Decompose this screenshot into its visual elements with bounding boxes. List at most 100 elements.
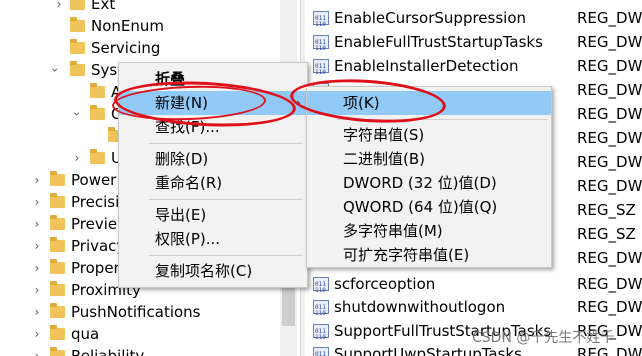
menu-item-label: DWORD (32 位)值(D) [343,174,497,192]
value-type: REG_SZ [577,225,636,243]
value-name: EnableInstallerDetection [334,57,519,75]
menu-item-permissions[interactable]: 权限(P)... [119,227,307,251]
chevron-down-icon[interactable]: › [66,107,88,121]
folder-icon [90,149,105,164]
folder-icon [70,39,85,54]
new-submenu: 项(K) 字符串值(S) 二进制值(B) DWORD (32 位)值(D) QW… [306,86,552,268]
folder-icon [70,0,85,10]
menu-item-collapse[interactable]: 折叠 [119,67,307,91]
value-row[interactable]: EnableCursorSuppression REG_DWC [305,6,642,37]
folder-icon [50,171,65,186]
tree-item-label: Precisi [71,193,120,211]
submenu-item-key[interactable]: 项(K) [307,91,551,115]
chevron-right-icon[interactable]: › [52,0,66,15]
chevron-right-icon[interactable]: › [30,191,44,213]
menu-item-copy-key-name[interactable]: 复制项名称(C) [119,259,307,283]
value-type: REG_DWC [577,105,642,123]
menu-item-label: 导出(E) [155,206,207,224]
tree-item[interactable]: Servicing [0,37,280,59]
submenu-item-expandable-string-value[interactable]: 可扩充字符串值(E) [307,243,551,267]
chevron-right-icon[interactable]: › [30,345,44,356]
submenu-item-string-value[interactable]: 字符串值(S) [307,123,551,147]
tree-item-label: Ext [91,0,116,13]
menu-item-label: 权限(P)... [155,230,221,248]
reg-binary-icon [313,273,329,303]
chevron-right-icon[interactable]: › [30,235,44,257]
menu-item-find[interactable]: 查找(F)... [119,115,307,139]
reg-binary-icon [313,7,329,37]
folder-icon [70,61,85,76]
menu-item-new[interactable]: 新建(N) › [119,91,307,115]
menu-item-label: 项(K) [343,94,380,112]
menu-item-label: 字符串值(S) [343,126,425,144]
chevron-down-icon[interactable]: › [44,63,66,77]
submenu-item-dword-value[interactable]: DWORD (32 位)值(D) [307,171,551,195]
folder-icon [70,17,85,32]
menu-item-label: 二进制值(B) [343,150,425,168]
menu-separator [337,119,547,120]
folder-icon [50,347,65,356]
menu-item-label: 多字符串值(M) [343,222,443,240]
menu-item-delete[interactable]: 删除(D) [119,147,307,171]
submenu-item-qword-value[interactable]: QWORD (64 位)值(Q) [307,195,551,219]
menu-item-label: 新建(N) [155,94,208,112]
value-type: REG_SZ [577,201,636,219]
reg-binary-icon [313,320,329,350]
folder-icon [50,303,65,318]
menu-item-label: QWORD (64 位)值(Q) [343,198,498,216]
chevron-right-icon[interactable]: › [30,301,44,323]
submenu-item-binary-value[interactable]: 二进制值(B) [307,147,551,171]
value-type: REG_DWC [577,177,642,195]
menu-item-label: 折叠 [155,70,186,88]
folder-icon [90,83,105,98]
menu-item-label: 复制项名称(C) [155,262,253,280]
menu-item-export[interactable]: 导出(E) [119,203,307,227]
submenu-item-multi-string-value[interactable]: 多字符串值(M) [307,219,551,243]
watermark: CSDN @千先生不姓千 [472,330,615,346]
value-type: REG_DWC [577,9,642,27]
chevron-right-icon[interactable]: › [30,257,44,279]
reg-binary-icon [313,31,329,61]
value-row[interactable]: EnableInstallerDetection REG_DWC [305,54,642,85]
menu-item-rename[interactable]: 重命名(R) [119,171,307,195]
value-type: REG_DWC [577,57,642,75]
menu-item-label: 重命名(R) [155,174,223,192]
tree-item-label: PushNotifications [71,303,201,321]
chevron-right-icon[interactable]: › [30,213,44,235]
value-type: REG_DWC [577,81,642,99]
menu-separator [149,255,303,256]
menu-item-label: 可扩充字符串值(E) [343,246,470,264]
value-name: EnableFullTrustStartupTasks [334,33,543,51]
folder-icon [50,259,65,274]
folder-icon [50,215,65,230]
tree-item[interactable]: NonEnum [0,15,280,37]
value-row[interactable]: shutdownwithoutlogon REG_DWC [305,295,642,326]
menu-separator [149,199,303,200]
folder-icon [90,105,105,120]
chevron-right-icon[interactable]: › [70,147,84,169]
value-row[interactable]: scforceoption REG_DWC [305,272,642,303]
tree-item-label: Power [71,171,117,189]
tree-item-label: Reliability [71,347,145,356]
chevron-right-icon: › [296,96,301,110]
reg-binary-icon [313,343,329,356]
chevron-right-icon[interactable]: › [30,169,44,191]
value-row[interactable]: EnableFullTrustStartupTasks REG_DWC [305,30,642,61]
value-type: REG_DWC [577,249,642,267]
tree-item-label: Proper [71,259,120,277]
tree-scrollbar-thumb[interactable] [282,286,295,326]
tree-item[interactable]: › Reliability [0,345,280,356]
chevron-right-icon[interactable]: › [30,279,44,301]
tree-item[interactable]: › Ext [0,0,280,15]
menu-item-label: 删除(D) [155,150,209,168]
chevron-right-icon[interactable]: › [30,323,44,345]
reg-binary-icon [313,55,329,85]
value-type: REG_DWC [577,153,642,171]
tree-item-label: qua [71,325,100,343]
folder-icon [50,325,65,340]
value-type: REG_DWC [577,33,642,51]
tree-item[interactable]: › PushNotifications [0,301,280,323]
folder-icon [50,237,65,252]
tree-item[interactable]: › qua [0,323,280,345]
value-type: REG_DWC [577,298,642,316]
